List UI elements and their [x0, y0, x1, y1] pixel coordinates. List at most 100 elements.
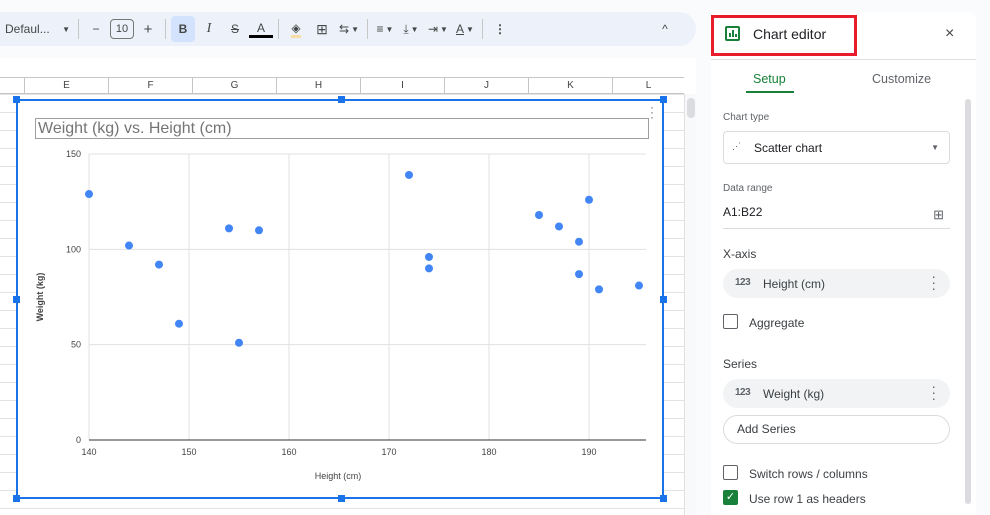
data-point — [575, 270, 583, 279]
tab-setup[interactable]: Setup — [753, 72, 786, 86]
divider — [165, 19, 166, 39]
data-point — [235, 338, 243, 347]
column-header-f[interactable]: F — [108, 78, 192, 94]
switch-rows-columns-label: Switch rows / columns — [749, 467, 868, 481]
wrap-icon: ⇥ — [427, 22, 439, 36]
switch-rows-columns-checkbox[interactable] — [723, 465, 738, 480]
panel-title: Chart editor — [753, 26, 827, 42]
data-point — [155, 260, 163, 269]
font-name: Defaul... — [5, 22, 50, 36]
column-header-h[interactable]: H — [276, 78, 360, 94]
data-point — [425, 264, 433, 273]
column-header-j[interactable]: J — [444, 78, 528, 94]
chevron-down-icon: ▼ — [931, 143, 939, 152]
merge-cells-button[interactable]: ⇆ ▼ — [336, 16, 362, 42]
scatter-chart[interactable]: · · · Weight (kg) vs. Height (cm) 0 50 100 15… — [13, 96, 667, 502]
align-center-icon: ≡ — [376, 22, 384, 36]
font-size-input[interactable]: 10 — [110, 19, 134, 39]
chart-type-label: Chart type — [723, 112, 770, 123]
panel-scrollbar[interactable] — [965, 99, 971, 504]
borders-icon: ⊞ — [316, 20, 328, 37]
collapse-toolbar-button[interactable]: ^ — [653, 16, 677, 42]
data-point — [175, 319, 183, 328]
y-axis-title: Weight (kg) — [35, 273, 45, 322]
text-color-icon: A — [256, 20, 265, 35]
y-tick-label: 150 — [66, 149, 81, 159]
data-point — [635, 281, 643, 290]
more-options-button[interactable]: ⋮ — [488, 16, 512, 42]
chart-editor-panel: Chart editor × Setup Customize Chart typ… — [711, 12, 976, 515]
data-range-input[interactable]: A1:B22 ⊞ — [723, 205, 950, 229]
data-point — [535, 211, 543, 220]
column-header-k[interactable]: K — [528, 78, 612, 94]
column-header-i[interactable]: I — [360, 78, 444, 94]
use-row1-headers-checkbox[interactable]: ✓ — [723, 490, 738, 505]
data-point — [405, 170, 413, 179]
vertical-scrollbar[interactable] — [684, 94, 696, 515]
select-range-icon[interactable]: ⊞ — [933, 207, 944, 223]
horizontal-align-button[interactable]: ≡ ▼ — [373, 16, 397, 42]
fill-color-button[interactable]: ◈ — [284, 16, 308, 42]
data-point — [595, 285, 603, 294]
more-vert-icon[interactable]: · · · — [931, 379, 936, 405]
x-tick-label: 150 — [181, 447, 196, 457]
data-point — [125, 241, 133, 250]
chevron-down-icon: ▼ — [385, 24, 394, 34]
data-point — [575, 237, 583, 246]
x-tick-label: 180 — [481, 447, 496, 457]
more-vert-icon[interactable]: · · · — [931, 269, 936, 295]
chevron-down-icon: ▼ — [410, 24, 419, 34]
y-tick-label: 100 — [66, 244, 81, 254]
aggregate-checkbox[interactable] — [723, 314, 738, 329]
x-axis-title: Height (cm) — [315, 471, 362, 481]
number-type-icon: 123 — [735, 387, 751, 398]
text-rotation-icon: A — [456, 22, 465, 36]
chart-type-value: Scatter chart — [754, 141, 823, 155]
decrease-font-size-button[interactable]: − — [84, 16, 108, 42]
column-header-e[interactable]: E — [24, 78, 108, 94]
close-icon[interactable]: × — [945, 25, 954, 43]
strikethrough-button[interactable]: S — [223, 16, 247, 42]
use-row1-headers-label: Use row 1 as headers — [749, 492, 866, 506]
x-axis-chip[interactable]: 123 Height (cm) · · · — [723, 269, 950, 298]
check-icon: ✓ — [725, 491, 736, 503]
text-wrapping-button[interactable]: ⇥ ▼ — [425, 16, 451, 42]
paint-bucket-icon: ◈ — [291, 21, 301, 38]
text-rotation-button[interactable]: A ▼ — [453, 16, 477, 42]
bold-button[interactable]: B — [171, 16, 195, 42]
data-range-label: Data range — [723, 183, 773, 194]
formatting-toolbar: Defaul... ▼ − 10 + B I S A ◈ ⊞ ⇆ ▼ ≡ ▼ ⤓ ▼ ⇥… — [0, 12, 696, 46]
data-point — [255, 226, 263, 235]
x-axis-label: X-axis — [723, 247, 757, 261]
panel-header: Chart editor × — [711, 12, 976, 60]
chevron-down-icon: ▼ — [466, 24, 474, 34]
borders-button[interactable]: ⊞ — [310, 16, 334, 42]
align-bottom-icon: ⤓ — [403, 21, 409, 36]
divider — [366, 19, 368, 39]
plot-area: 0 50 100 150 140 150 160 170 180 190 Height (cm) We… — [35, 149, 646, 481]
scrollbar-thumb[interactable] — [687, 98, 695, 118]
x-tick-label: 140 — [81, 447, 96, 457]
column-header-l[interactable]: L — [612, 78, 684, 94]
font-family-select[interactable]: Defaul... ▼ — [1, 16, 73, 42]
column-header-g[interactable]: G — [192, 78, 276, 94]
x-axis-value: Height (cm) — [763, 277, 826, 291]
divider — [278, 19, 279, 39]
divider — [78, 19, 79, 39]
italic-button[interactable]: I — [197, 16, 221, 42]
add-series-button[interactable]: Add Series — [723, 415, 950, 444]
active-tab-indicator — [746, 91, 794, 93]
data-point — [585, 195, 593, 204]
increase-font-size-button[interactable]: + — [136, 16, 160, 42]
chart-icon — [725, 26, 740, 41]
text-color-button[interactable]: A — [249, 20, 273, 38]
x-tick-label: 170 — [381, 447, 396, 457]
data-point — [85, 190, 93, 199]
series-chip[interactable]: 123 Weight (kg) · · · — [723, 379, 950, 408]
chevron-down-icon: ▼ — [62, 24, 70, 34]
chart-type-select[interactable]: ⋰ Scatter chart ▼ — [723, 131, 950, 164]
data-point — [225, 224, 233, 233]
vertical-align-button[interactable]: ⤓ ▼ — [399, 16, 423, 42]
tab-customize[interactable]: Customize — [872, 72, 931, 86]
merge-icon: ⇆ — [339, 22, 350, 36]
